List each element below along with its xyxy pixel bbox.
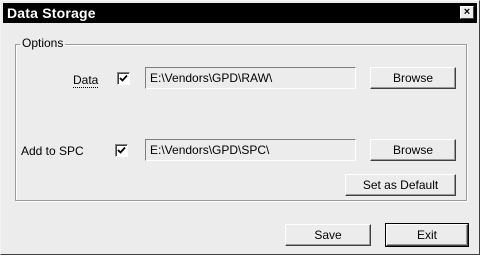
data-path-field[interactable]: E:\Vendors\GPD\RAW\ — [145, 67, 356, 89]
exit-button[interactable]: Exit — [385, 223, 469, 247]
check-icon — [117, 146, 126, 154]
window-title: Data Storage — [7, 5, 96, 21]
close-icon[interactable]: × — [460, 6, 474, 19]
data-label: Data — [73, 73, 99, 88]
set-as-default-button[interactable]: Set as Default — [345, 174, 456, 196]
check-icon — [119, 74, 128, 82]
add-to-spc-label: Add to SPC — [21, 144, 84, 158]
add-to-spc-checkbox[interactable] — [115, 144, 128, 157]
save-button[interactable]: Save — [285, 224, 371, 246]
spc-browse-button[interactable]: Browse — [370, 139, 456, 161]
spc-path-field[interactable]: E:\Vendors\GPD\SPC\ — [145, 139, 356, 161]
data-browse-button[interactable]: Browse — [370, 67, 456, 89]
data-checkbox[interactable] — [117, 72, 130, 85]
options-group-label: Options — [20, 36, 66, 50]
title-bar: Data Storage × — [3, 3, 477, 23]
